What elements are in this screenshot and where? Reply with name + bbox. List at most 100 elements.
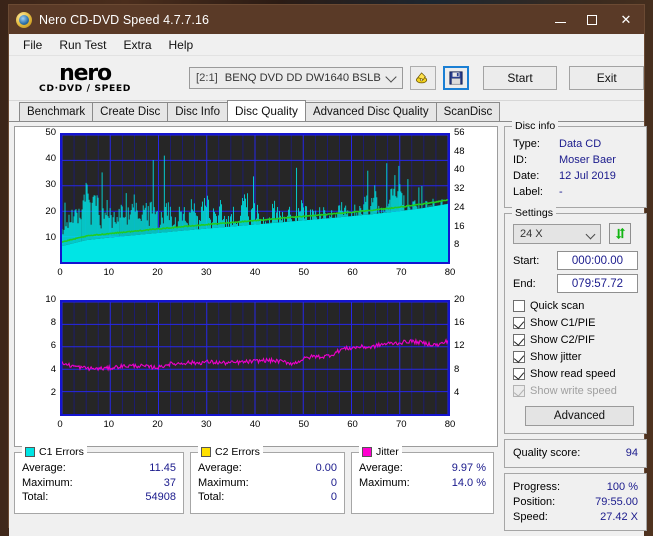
end-input[interactable]: 079:57.72	[557, 274, 638, 293]
tab-disc-quality[interactable]: Disc Quality	[227, 100, 306, 121]
top-x-tick-10: 10	[103, 267, 115, 278]
menu-item-file[interactable]: File	[17, 36, 51, 54]
speed-y-tick-40: 40	[454, 164, 465, 176]
c2-y-tick-6: 6	[50, 340, 56, 352]
tab-create-disc[interactable]: Create Disc	[92, 102, 169, 121]
show-write-speed-label: Show write speed	[530, 384, 617, 397]
progress-panel: Progress: 100 % Position: 79:55.00 Speed…	[504, 473, 647, 531]
bot-x-tick-30: 30	[200, 419, 212, 430]
disc-label-label: Label:	[513, 186, 543, 198]
floppy-save-icon	[449, 71, 463, 85]
tab-scandisc[interactable]: ScanDisc	[435, 102, 501, 121]
bot-x-tick-50: 50	[298, 419, 310, 430]
maximize-button[interactable]	[576, 5, 608, 34]
speed-row: 24 X	[513, 223, 638, 244]
disc-eject-icon	[416, 71, 428, 83]
charts-container: 10 20 30 40 50 8 16 24 32 40 48 56 0 10 20 30 40 50 60 70 80…	[14, 126, 498, 447]
checkbox-show-jitter[interactable]: Show jitter	[513, 348, 638, 365]
checkbox-show-c2-pif[interactable]: Show C2/PIF	[513, 331, 638, 348]
disc-date-value: 12 Jul 2019	[559, 170, 616, 182]
speed-y-tick-16: 16	[454, 220, 465, 232]
advanced-button[interactable]: Advanced	[525, 406, 634, 426]
logo-subtitle: CD·DVD ∕ SPEED	[39, 82, 131, 94]
checkbox-show-read-speed[interactable]: Show read speed	[513, 365, 638, 382]
c1-plot-area	[60, 133, 450, 264]
c2-y-tick-10: 10	[45, 294, 56, 305]
refresh-button[interactable]	[609, 223, 631, 244]
minimize-button[interactable]	[544, 5, 576, 34]
c2-average-row: Average: 0.00	[198, 461, 337, 476]
show-read-speed-checkbox-icon	[513, 367, 525, 380]
c2-average-label: Average:	[198, 462, 242, 474]
exit-button[interactable]: Exit	[569, 66, 645, 90]
bot-x-tick-70: 70	[395, 419, 407, 430]
maximize-icon	[587, 14, 597, 25]
quick-scan-checkbox-icon	[513, 299, 525, 312]
disc-eject-button[interactable]	[409, 66, 436, 90]
quality-score-row: Quality score: 94	[513, 446, 638, 461]
application-window: Nero CD-DVD Speed 4.7.7.16 ✕ File Run Te…	[8, 4, 647, 536]
c1-y-tick-30: 30	[45, 179, 56, 191]
jitter-maximum-label: Maximum:	[359, 476, 410, 489]
c1-maximum-row: Maximum: 37	[22, 476, 176, 491]
menu-item-extra[interactable]: Extra	[117, 36, 160, 54]
show-write-speed-checkbox-icon	[513, 384, 525, 397]
jitter-average-label: Average:	[359, 462, 403, 474]
c1-total-row: Total: 54908	[22, 490, 176, 505]
c2-total-row: Total: 0	[198, 490, 337, 505]
menu-item-run-test[interactable]: Run Test	[53, 36, 115, 54]
close-button[interactable]: ✕	[608, 5, 644, 34]
speed-y-tick-48: 48	[454, 145, 465, 157]
minimize-icon	[554, 21, 566, 23]
c2-maximum-label: Maximum:	[198, 476, 249, 489]
disc-type-value: Data CD	[559, 138, 602, 150]
top-x-tick-70: 70	[395, 267, 407, 278]
drive-name-label: BENQ DVD DD DW1640 BSLB	[224, 72, 381, 84]
c1-errors-title: C1 Errors	[39, 446, 84, 458]
settings-panel: Settings 24 X Start: 000:00.00 End: 079:…	[504, 207, 647, 434]
chevron-down-icon	[385, 71, 397, 83]
menu-item-help[interactable]: Help	[163, 36, 203, 54]
nero-logo: nero CD·DVD ∕ SPEED	[21, 60, 149, 94]
disc-info-panel: Disc info Type: Data CD ID: Moser Baer D…	[504, 120, 647, 208]
speed-select[interactable]: 24 X	[513, 223, 601, 244]
statistics-row: C1 Errors Average: 11.45 Maximum: 37 Tot…	[14, 446, 498, 514]
disc-label-row: Label: -	[513, 184, 638, 200]
c1-y-tick-10: 10	[45, 231, 56, 243]
disc-id-value: Moser Baer	[559, 154, 616, 166]
checkbox-quick-scan[interactable]: Quick scan	[513, 297, 638, 314]
speed-y-tick-24: 24	[454, 201, 465, 213]
title-bar: Nero CD-DVD Speed 4.7.7.16 ✕	[9, 5, 644, 34]
c2-y-tick-4: 4	[50, 363, 56, 375]
speed-select-value: 24 X	[520, 227, 543, 240]
c2-errors-title: C2 Errors	[215, 446, 260, 458]
drive-select[interactable]: [2:1] BENQ DVD DD DW1640 BSLB	[189, 67, 403, 89]
c2-maximum-value: 0	[330, 476, 337, 489]
disc-date-label: Date:	[513, 170, 540, 182]
menu-bar: File Run Test Extra Help	[9, 34, 644, 56]
settings-legend: Settings	[512, 207, 556, 219]
checkbox-show-c1-pie[interactable]: Show C1/PIE	[513, 314, 638, 331]
c1-plot-svg	[61, 134, 449, 262]
c2-errors-legend: C2 Errors	[198, 446, 263, 458]
tab-benchmark[interactable]: Benchmark	[19, 102, 94, 121]
end-row: End: 079:57.72	[513, 274, 638, 293]
start-button[interactable]: Start	[482, 66, 558, 90]
top-x-tick-50: 50	[298, 267, 310, 278]
start-input[interactable]: 000:00.00	[557, 251, 638, 270]
tab-advanced-disc-quality[interactable]: Advanced Disc Quality	[304, 102, 437, 121]
start-row: Start: 000:00.00	[513, 251, 638, 270]
top-x-tick-20: 20	[152, 267, 163, 278]
speed-value: 27.42 X	[600, 511, 638, 523]
jitter-y-tick-4: 4	[454, 386, 460, 398]
drive-bay-label: [2:1]	[196, 72, 218, 84]
c1-average-label: Average:	[22, 462, 66, 474]
jitter-group: Jitter Average: 9.97 % Maximum: 14.0 %	[351, 446, 494, 514]
save-results-button[interactable]	[442, 66, 469, 90]
progress-row: Progress: 100 %	[513, 480, 638, 495]
disc-id-label: ID:	[513, 154, 528, 166]
position-row: Position: 79:55.00	[513, 495, 638, 510]
logo-wordmark: nero	[59, 60, 112, 86]
tab-disc-info[interactable]: Disc Info	[167, 102, 228, 121]
quality-score-label: Quality score:	[513, 447, 581, 459]
